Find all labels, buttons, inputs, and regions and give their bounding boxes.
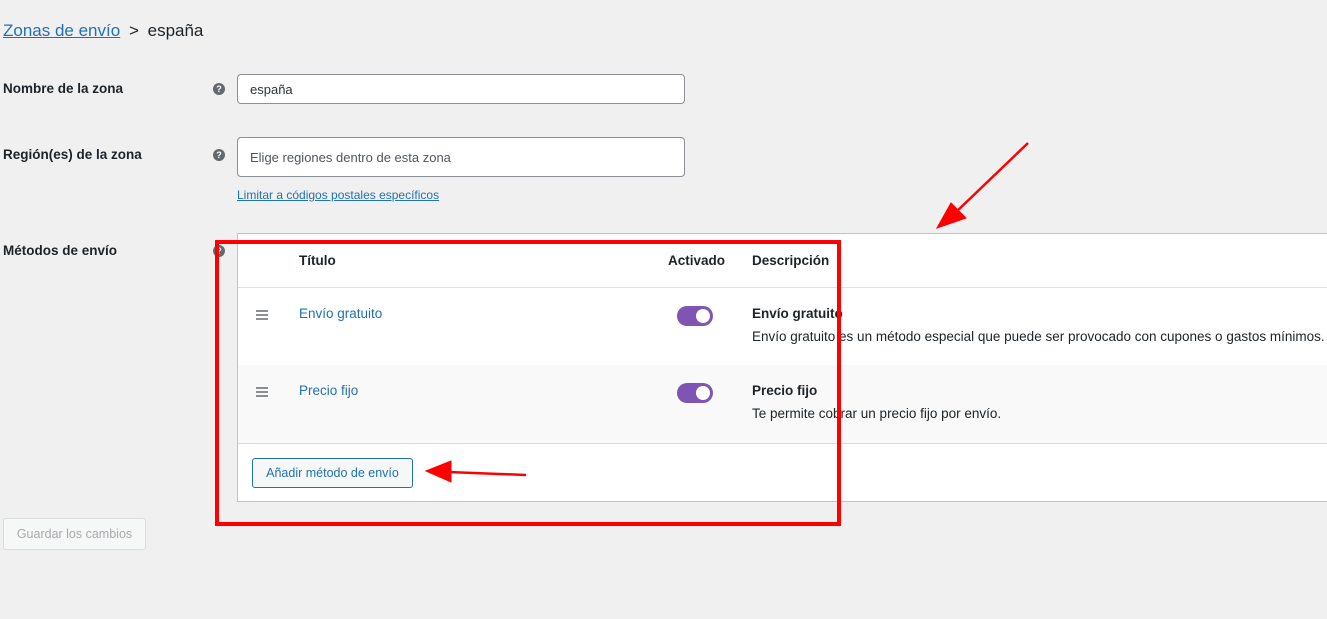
method-description-title: Precio fijo: [752, 383, 818, 398]
column-header-title: Título: [299, 253, 336, 268]
limit-postcodes-link[interactable]: Limitar a códigos postales específicos: [237, 188, 439, 202]
toggle-knob: [696, 309, 710, 323]
help-icon[interactable]: ?: [213, 149, 225, 161]
zone-regions-placeholder: Elige regiones dentro de esta zona: [250, 149, 451, 165]
method-description-text: Te permite cobrar un precio fijo por env…: [752, 406, 1002, 421]
method-enabled-toggle[interactable]: [677, 383, 713, 403]
shipping-methods-table: Título Activado Descripción Envío gratui…: [237, 233, 1327, 502]
footer-divider: [238, 443, 1327, 444]
table-row: Precio fijo Precio fijo Te permite cobra…: [238, 365, 1327, 443]
drag-handle-icon[interactable]: [256, 310, 268, 322]
method-description-title: Envío gratuito: [752, 306, 843, 321]
method-title-link[interactable]: Envío gratuito: [299, 306, 382, 321]
help-icon[interactable]: ?: [213, 83, 225, 95]
breadcrumb-separator: >: [128, 21, 139, 40]
zone-name-label: Nombre de la zona: [3, 81, 124, 96]
breadcrumb-current: españa: [147, 21, 204, 40]
annotation-arrow-top: [954, 142, 1029, 214]
save-changes-button[interactable]: Guardar los cambios: [3, 518, 146, 550]
toggle-knob: [696, 386, 710, 400]
shipping-methods-label: Métodos de envío: [3, 243, 118, 258]
annotation-arrow-top-head: [935, 202, 967, 229]
zone-name-input[interactable]: españa: [237, 74, 685, 104]
zone-regions-label: Región(es) de la zona: [3, 147, 142, 162]
method-description-text: Envío gratuito es un método especial que…: [752, 329, 1325, 344]
breadcrumb: Zonas de envío > españa: [3, 20, 203, 42]
method-enabled-toggle[interactable]: [677, 306, 713, 326]
help-icon[interactable]: ?: [213, 245, 225, 257]
column-header-enabled: Activado: [668, 253, 726, 268]
table-row: Envío gratuito Envío gratuito Envío grat…: [238, 288, 1327, 365]
drag-handle-icon[interactable]: [256, 387, 268, 399]
zone-regions-input[interactable]: Elige regiones dentro de esta zona: [237, 137, 685, 177]
column-header-description: Descripción: [752, 253, 830, 268]
method-title-link[interactable]: Precio fijo: [299, 383, 358, 398]
breadcrumb-link-shipping-zones[interactable]: Zonas de envío: [3, 21, 120, 40]
zone-name-value: españa: [250, 81, 293, 97]
add-shipping-method-button[interactable]: Añadir método de envío: [252, 458, 413, 488]
